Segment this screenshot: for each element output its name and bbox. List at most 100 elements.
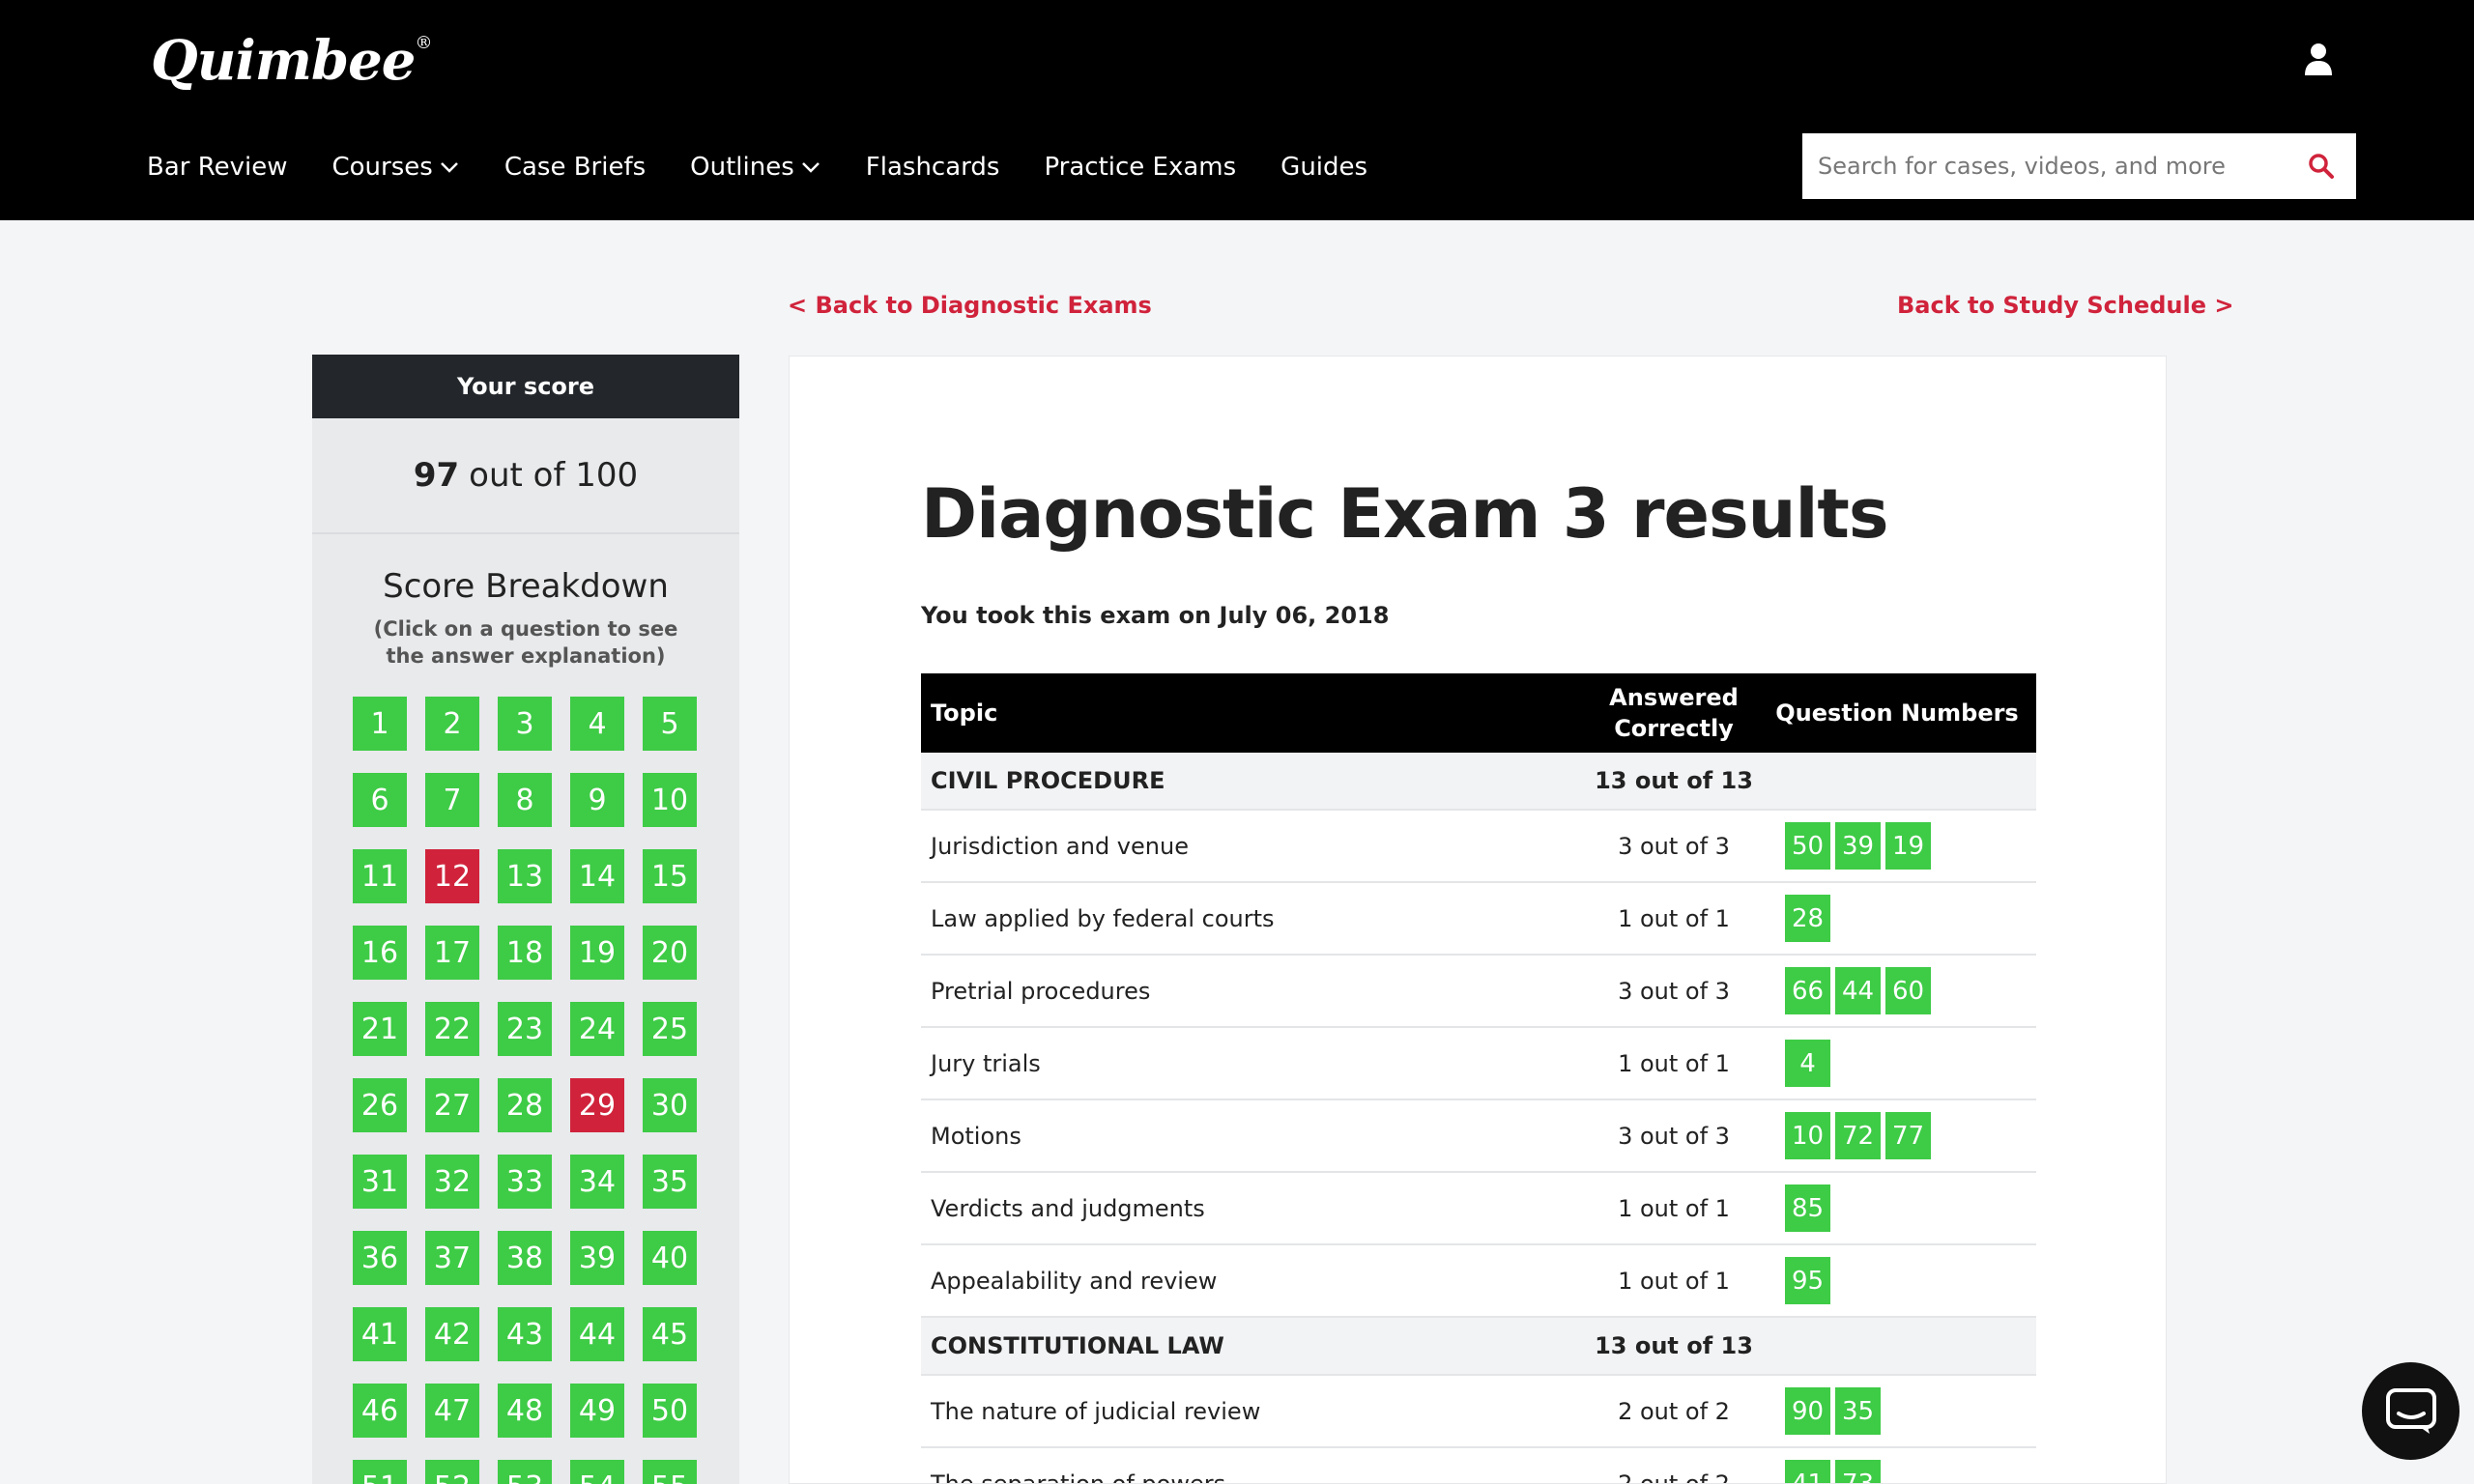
question-27-button[interactable]: 27	[425, 1078, 479, 1132]
question-44-button[interactable]: 44	[570, 1307, 624, 1361]
question-26-button[interactable]: 26	[353, 1078, 407, 1132]
nav-outlines[interactable]: Outlines	[690, 153, 821, 182]
question-48-button[interactable]: 48	[498, 1384, 552, 1438]
nav-guides[interactable]: Guides	[1280, 153, 1367, 182]
quimbee-logo[interactable]: Quimbee®	[151, 29, 432, 93]
question-29-button[interactable]: 29	[570, 1078, 624, 1132]
question-link[interactable]: 85	[1785, 1184, 1830, 1232]
question-link[interactable]: 10	[1785, 1112, 1830, 1159]
question-23-button[interactable]: 23	[498, 1002, 552, 1056]
question-13-button[interactable]: 13	[498, 849, 552, 903]
question-28-button[interactable]: 28	[498, 1078, 552, 1132]
category-name: CIVIL PROCEDURE	[931, 767, 1165, 794]
back-to-study-schedule-link[interactable]: Back to Study Schedule >	[1897, 292, 2233, 319]
your-score-header: Your score	[312, 355, 739, 418]
chat-button[interactable]	[2362, 1362, 2460, 1460]
chat-icon	[2385, 1387, 2436, 1434]
question-32-button[interactable]: 32	[425, 1155, 479, 1209]
question-47-button[interactable]: 47	[425, 1384, 479, 1438]
question-link[interactable]: 95	[1785, 1257, 1830, 1304]
nav-case-briefs[interactable]: Case Briefs	[504, 153, 646, 182]
question-20-button[interactable]: 20	[643, 926, 697, 980]
question-16-button[interactable]: 16	[353, 926, 407, 980]
question-10-button[interactable]: 10	[643, 773, 697, 827]
nav-bar-review[interactable]: Bar Review	[147, 153, 288, 182]
table-row: Jury trials 1 out of 1 4	[921, 1028, 2036, 1100]
question-17-button[interactable]: 17	[425, 926, 479, 980]
question-5-button[interactable]: 5	[643, 697, 697, 751]
question-38-button[interactable]: 38	[498, 1231, 552, 1285]
search-input[interactable]	[1802, 133, 2308, 199]
question-numbers: 41 73	[1758, 1460, 2036, 1483]
nav-courses[interactable]: Courses	[332, 153, 460, 182]
question-51-button[interactable]: 51	[353, 1460, 407, 1484]
question-25-button[interactable]: 25	[643, 1002, 697, 1056]
question-40-button[interactable]: 40	[643, 1231, 697, 1285]
table-body: CIVIL PROCEDURE 13 out of 13 Jurisdiction …	[921, 753, 2036, 1483]
question-11-button[interactable]: 11	[353, 849, 407, 903]
back-to-diagnostic-exams-link[interactable]: < Back to Diagnostic Exams	[788, 292, 1152, 319]
question-46-button[interactable]: 46	[353, 1384, 407, 1438]
question-link[interactable]: 41	[1785, 1460, 1830, 1483]
question-9-button[interactable]: 9	[570, 773, 624, 827]
question-link[interactable]: 19	[1885, 822, 1931, 870]
question-21-button[interactable]: 21	[353, 1002, 407, 1056]
question-2-button[interactable]: 2	[425, 697, 479, 751]
question-link[interactable]: 90	[1785, 1387, 1830, 1435]
question-18-button[interactable]: 18	[498, 926, 552, 980]
question-33-button[interactable]: 33	[498, 1155, 552, 1209]
score-value: 97	[413, 456, 460, 495]
question-link[interactable]: 77	[1885, 1112, 1931, 1159]
question-34-button[interactable]: 34	[570, 1155, 624, 1209]
question-link[interactable]: 60	[1885, 967, 1931, 1014]
question-43-button[interactable]: 43	[498, 1307, 552, 1361]
question-19-button[interactable]: 19	[570, 926, 624, 980]
question-link[interactable]: 4	[1785, 1040, 1830, 1087]
search-icon[interactable]	[2308, 153, 2335, 180]
topic-score: 3 out of 3	[1618, 1122, 1730, 1150]
header-question-numbers: Question Numbers	[1775, 699, 2019, 727]
question-52-button[interactable]: 52	[425, 1460, 479, 1484]
question-37-button[interactable]: 37	[425, 1231, 479, 1285]
question-14-button[interactable]: 14	[570, 849, 624, 903]
question-24-button[interactable]: 24	[570, 1002, 624, 1056]
question-15-button[interactable]: 15	[643, 849, 697, 903]
question-31-button[interactable]: 31	[353, 1155, 407, 1209]
question-50-button[interactable]: 50	[643, 1384, 697, 1438]
question-7-button[interactable]: 7	[425, 773, 479, 827]
score-sidebar: Your score 97 out of 100 Score Breakdown…	[312, 355, 739, 1484]
question-link[interactable]: 35	[1835, 1387, 1881, 1435]
question-35-button[interactable]: 35	[643, 1155, 697, 1209]
nav-practice-exams[interactable]: Practice Exams	[1044, 153, 1236, 182]
question-22-button[interactable]: 22	[425, 1002, 479, 1056]
question-53-button[interactable]: 53	[498, 1460, 552, 1484]
question-1-button[interactable]: 1	[353, 697, 407, 751]
question-41-button[interactable]: 41	[353, 1307, 407, 1361]
question-4-button[interactable]: 4	[570, 697, 624, 751]
results-card: Diagnostic Exam 3 results You took this …	[789, 356, 2167, 1484]
topic-name: Law applied by federal courts	[931, 904, 1275, 932]
question-42-button[interactable]: 42	[425, 1307, 479, 1361]
question-49-button[interactable]: 49	[570, 1384, 624, 1438]
question-54-button[interactable]: 54	[570, 1460, 624, 1484]
question-link[interactable]: 39	[1835, 822, 1881, 870]
question-link[interactable]: 72	[1835, 1112, 1881, 1159]
question-39-button[interactable]: 39	[570, 1231, 624, 1285]
nav-flashcards[interactable]: Flashcards	[866, 153, 1000, 182]
question-link[interactable]: 44	[1835, 967, 1881, 1014]
question-45-button[interactable]: 45	[643, 1307, 697, 1361]
question-36-button[interactable]: 36	[353, 1231, 407, 1285]
question-link[interactable]: 50	[1785, 822, 1830, 870]
question-link[interactable]: 73	[1835, 1460, 1881, 1483]
page-title: Diagnostic Exam 3 results	[921, 474, 1889, 554]
question-numbers: 95	[1758, 1257, 2036, 1304]
question-6-button[interactable]: 6	[353, 773, 407, 827]
question-3-button[interactable]: 3	[498, 697, 552, 751]
question-link[interactable]: 66	[1785, 967, 1830, 1014]
question-8-button[interactable]: 8	[498, 773, 552, 827]
question-55-button[interactable]: 55	[643, 1460, 697, 1484]
question-30-button[interactable]: 30	[643, 1078, 697, 1132]
question-12-button[interactable]: 12	[425, 849, 479, 903]
user-icon[interactable]	[2304, 43, 2333, 75]
question-link[interactable]: 28	[1785, 895, 1830, 942]
